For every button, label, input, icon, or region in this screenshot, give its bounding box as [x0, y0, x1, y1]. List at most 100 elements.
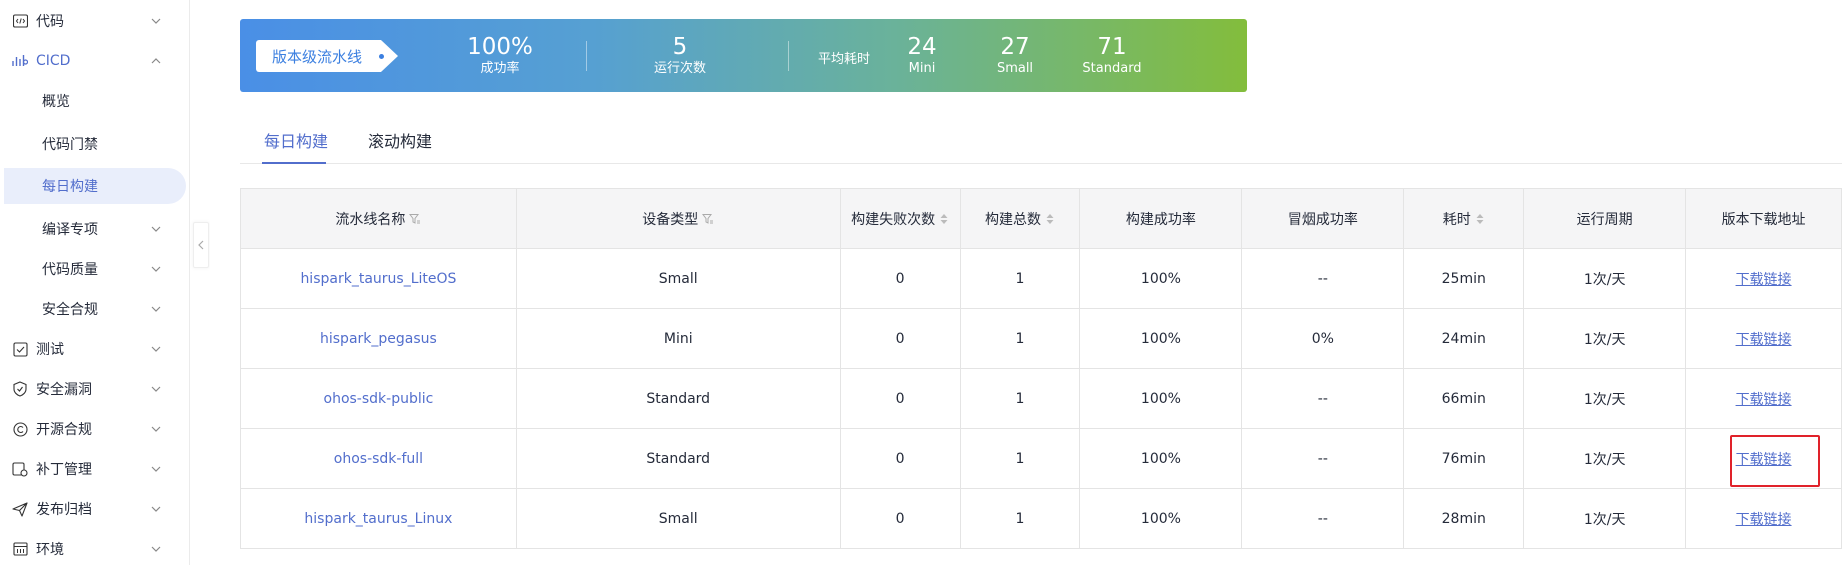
build-tabs: 每日构建 滚动构建	[240, 120, 1842, 164]
sidebar-item-code-gate[interactable]: 代码门禁	[0, 126, 186, 162]
column-header-total-count[interactable]: 构建总数	[960, 189, 1081, 249]
sidebar-item-vulnerability[interactable]: 安全漏洞	[0, 371, 186, 407]
fail-count-cell: 0	[840, 249, 961, 309]
sidebar-item-patch[interactable]: 补丁管理	[0, 451, 186, 487]
sidebar-item-label: 代码门禁	[42, 137, 98, 153]
total-count-cell: 1	[960, 249, 1081, 309]
sidebar-item-label: 安全合规	[42, 302, 98, 318]
run-period-cell: 1次/天	[1524, 249, 1687, 309]
download-link[interactable]: 下载链接	[1736, 509, 1792, 529]
sidebar-item-release[interactable]: 发布归档	[0, 491, 186, 527]
success-rate-label: 成功率	[480, 61, 520, 76]
build-success-rate-cell: 100%	[1080, 489, 1243, 549]
duration-cell: 28min	[1404, 489, 1525, 549]
active-tab-underline	[262, 162, 326, 164]
tab-rolling-build[interactable]: 滚动构建	[368, 128, 432, 152]
column-header-pipeline-name[interactable]: 流水线名称	[241, 189, 517, 249]
column-header-label: 设备类型	[642, 211, 699, 228]
sidebar-item-compile[interactable]: 编译专项	[0, 211, 186, 247]
fail-count-cell: 0	[840, 369, 961, 429]
sidebar-item-label: 编译专项	[42, 222, 98, 238]
divider	[586, 41, 587, 71]
sort-icon[interactable]	[1045, 213, 1055, 225]
run-period-cell: 1次/天	[1524, 429, 1687, 489]
device-type-cell: Small	[516, 489, 841, 549]
sidebar-item-code-quality[interactable]: 代码质量	[0, 251, 186, 287]
standard-duration-label: Standard	[1082, 61, 1142, 76]
sidebar: 代码 CICD 概览 代码门禁 每日构建 编译专项 代码质量 安全合规 测试 安…	[0, 0, 190, 565]
build-success-rate-cell: 100%	[1080, 309, 1243, 369]
avg-duration-label: 平均耗时	[818, 52, 871, 67]
sidebar-collapse-button[interactable]	[193, 222, 209, 268]
sidebar-item-cicd[interactable]: CICD	[0, 43, 186, 79]
sidebar-item-label: 环境	[36, 542, 64, 558]
sidebar-item-environment[interactable]: 环境	[0, 531, 186, 565]
chevron-up-icon	[151, 58, 161, 64]
column-header-label: 运行周期	[1576, 211, 1633, 228]
download-cell: 下载链接	[1686, 489, 1842, 549]
mini-duration-label: Mini	[908, 61, 936, 76]
pipeline-name-link[interactable]: hispark_pegasus	[320, 331, 437, 347]
sidebar-item-code[interactable]: 代码	[0, 3, 186, 39]
tab-daily-build[interactable]: 每日构建	[264, 128, 328, 152]
fail-count-cell: 0	[840, 309, 961, 369]
column-header-smoke-success-rate: 冒烟成功率	[1242, 189, 1405, 249]
chevron-left-icon	[198, 240, 204, 250]
column-header-label: 流水线名称	[335, 211, 406, 228]
dot-icon	[379, 54, 384, 59]
build-success-rate-cell: 100%	[1080, 369, 1243, 429]
send-icon	[12, 501, 28, 517]
pipeline-name-cell: hispark_taurus_LiteOS	[241, 249, 517, 309]
cicd-icon	[12, 53, 28, 69]
column-header-label: 冒烟成功率	[1287, 211, 1358, 228]
pipeline-name-cell: ohos-sdk-full	[241, 429, 517, 489]
pipeline-summary-banner: 版本级流水线 100% 成功率 5 运行次数 平均耗时 24 Mini 27 S…	[240, 19, 1247, 92]
sort-icon[interactable]	[939, 213, 949, 225]
sidebar-item-label: 发布归档	[36, 502, 92, 518]
column-header-device-type[interactable]: 设备类型	[516, 189, 841, 249]
sidebar-item-label: 测试	[36, 342, 64, 358]
sidebar-item-daily-build[interactable]: 每日构建	[4, 168, 186, 204]
download-link[interactable]: 下载链接	[1736, 269, 1792, 289]
download-link[interactable]: 下载链接	[1736, 389, 1792, 409]
pipeline-name-link[interactable]: ohos-sdk-full	[334, 451, 423, 467]
chevron-down-icon	[151, 266, 161, 272]
duration-cell: 24min	[1404, 309, 1525, 369]
shield-icon	[12, 381, 28, 397]
sidebar-item-label: 安全漏洞	[36, 382, 92, 398]
duration-cell: 66min	[1404, 369, 1525, 429]
pipeline-name-link[interactable]: hispark_taurus_LiteOS	[300, 271, 456, 287]
table-row: ohos-sdk-public Standard 0 1 100% -- 66m…	[241, 369, 1842, 429]
sidebar-item-open-source[interactable]: 开源合规	[0, 411, 186, 447]
pipeline-name-link[interactable]: hispark_taurus_Linux	[304, 511, 452, 527]
device-type-cell: Mini	[516, 309, 841, 369]
divider	[788, 41, 789, 71]
column-header-fail-count[interactable]: 构建失败次数	[840, 189, 961, 249]
download-link[interactable]: 下载链接	[1736, 329, 1792, 349]
column-header-build-success-rate: 构建成功率	[1080, 189, 1243, 249]
small-duration-label: Small	[996, 61, 1034, 76]
build-success-rate-cell: 100%	[1080, 249, 1243, 309]
run-period-cell: 1次/天	[1524, 369, 1687, 429]
sidebar-item-test[interactable]: 测试	[0, 331, 186, 367]
table-row: hispark_taurus_LiteOS Small 0 1 100% -- …	[241, 249, 1842, 309]
fail-count-cell: 0	[840, 489, 961, 549]
sort-icon[interactable]	[1475, 213, 1485, 225]
smoke-success-rate-cell: --	[1242, 249, 1405, 309]
table-row: hispark_taurus_Linux Small 0 1 100% -- 2…	[241, 489, 1842, 549]
smoke-success-rate-cell: 0%	[1242, 309, 1405, 369]
build-success-rate-cell: 100%	[1080, 429, 1243, 489]
device-type-cell: Standard	[516, 429, 841, 489]
filter-icon[interactable]	[702, 213, 714, 225]
filter-icon[interactable]	[409, 213, 421, 225]
column-header-duration[interactable]: 耗时	[1404, 189, 1525, 249]
duration-cell: 76min	[1404, 429, 1525, 489]
sidebar-item-overview[interactable]: 概览	[0, 83, 186, 119]
code-icon	[12, 13, 28, 29]
sidebar-item-security-compliance[interactable]: 安全合规	[0, 291, 186, 327]
highlight-annotation-box	[1730, 435, 1820, 487]
pipeline-name-link[interactable]: ohos-sdk-public	[324, 391, 434, 407]
mini-duration-stat: 24 Mini	[892, 33, 952, 77]
total-count-cell: 1	[960, 489, 1081, 549]
pipeline-tag: 版本级流水线	[256, 40, 398, 72]
